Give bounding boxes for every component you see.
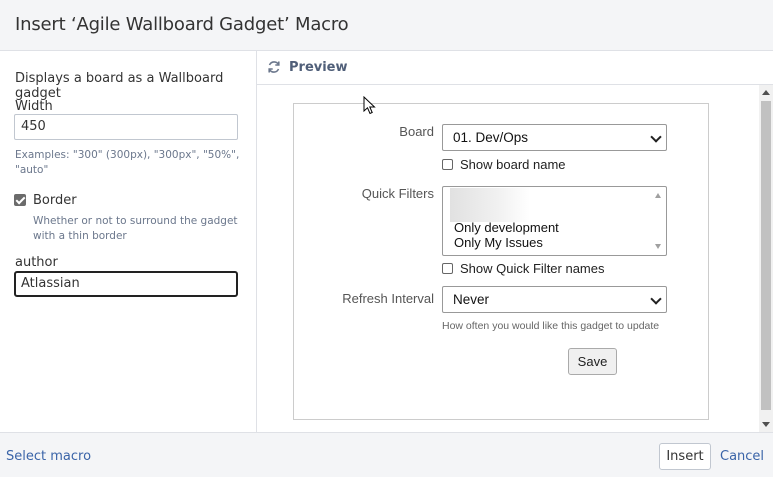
board-label: Board [399, 124, 434, 139]
scroll-up-icon[interactable] [655, 193, 661, 198]
board-select-value: 01. Dev/Ops [453, 130, 529, 145]
border-checkbox-row[interactable]: Border [14, 192, 77, 208]
dialog-header: Insert ‘Agile Wallboard Gadget’ Macro [0, 0, 773, 51]
blurred-option [450, 188, 530, 222]
show-quick-filter-names-checkbox-row[interactable]: Show Quick Filter names [442, 261, 605, 276]
preview-area: Board 01. Dev/Ops Show board name Quick … [257, 85, 759, 432]
border-hint-line-2: with a thin border [33, 230, 127, 242]
scroll-down-icon[interactable] [762, 422, 770, 427]
show-quick-filter-names-label: Show Quick Filter names [460, 261, 605, 276]
show-quick-filter-names-checkbox[interactable] [442, 263, 453, 274]
chevron-down-icon [650, 131, 662, 143]
board-select[interactable]: 01. Dev/Ops [442, 124, 667, 151]
dialog-title: Insert ‘Agile Wallboard Gadget’ Macro [15, 14, 349, 35]
width-input[interactable]: 450 [14, 114, 238, 140]
show-board-name-label: Show board name [460, 157, 566, 172]
scrollbar-thumb[interactable] [761, 101, 771, 410]
width-hint-line-2: "auto" [15, 164, 49, 176]
refresh-icon[interactable] [267, 60, 281, 74]
quick-filters-listbox[interactable]: Only development Only My Issues [442, 186, 667, 256]
width-hint-line-1: Examples: "300" (300px), "300px", "50%", [15, 149, 240, 161]
border-hint-line-1: Whether or not to surround the gadget [33, 215, 238, 227]
width-label: Width [15, 99, 53, 114]
mouse-cursor-icon [363, 96, 376, 115]
dialog-footer: Select macro Insert Cancel [0, 432, 773, 477]
macro-parameters-panel: Displays a board as a Wallboard gadget W… [0, 51, 257, 432]
author-label: author [15, 255, 58, 270]
border-label: Border [33, 192, 77, 208]
preview-header: Preview [257, 51, 773, 85]
cancel-link[interactable]: Cancel [720, 449, 764, 464]
preview-scrollbar[interactable] [759, 85, 773, 432]
quick-filter-option[interactable]: Only My Issues [454, 235, 543, 250]
refresh-interval-hint: How often you would like this gadget to … [442, 320, 660, 332]
scroll-down-icon[interactable] [655, 244, 661, 249]
select-macro-link[interactable]: Select macro [6, 449, 91, 464]
insert-button[interactable]: Insert [659, 443, 711, 470]
preview-title: Preview [289, 60, 348, 75]
gadget-frame: Board 01. Dev/Ops Show board name Quick … [293, 103, 709, 420]
border-checkbox[interactable] [14, 194, 26, 206]
show-board-name-checkbox-row[interactable]: Show board name [442, 157, 566, 172]
author-input[interactable]: Atlassian [14, 271, 238, 297]
quick-filters-label: Quick Filters [361, 186, 434, 201]
save-button[interactable]: Save [568, 348, 617, 375]
quick-filter-option[interactable]: Only development [454, 220, 559, 235]
macro-description: Displays a board as a Wallboard gadget [15, 71, 224, 101]
scroll-up-icon[interactable] [762, 90, 770, 95]
refresh-interval-label: Refresh Interval [342, 291, 434, 306]
show-board-name-checkbox[interactable] [442, 159, 453, 170]
refresh-interval-select[interactable]: Never [442, 286, 667, 313]
border-hint: Whether or not to surround the gadget wi… [33, 214, 238, 244]
width-hint: Examples: "300" (300px), "300px", "50%",… [15, 148, 239, 178]
chevron-down-icon [650, 293, 662, 305]
refresh-interval-value: Never [453, 292, 490, 307]
